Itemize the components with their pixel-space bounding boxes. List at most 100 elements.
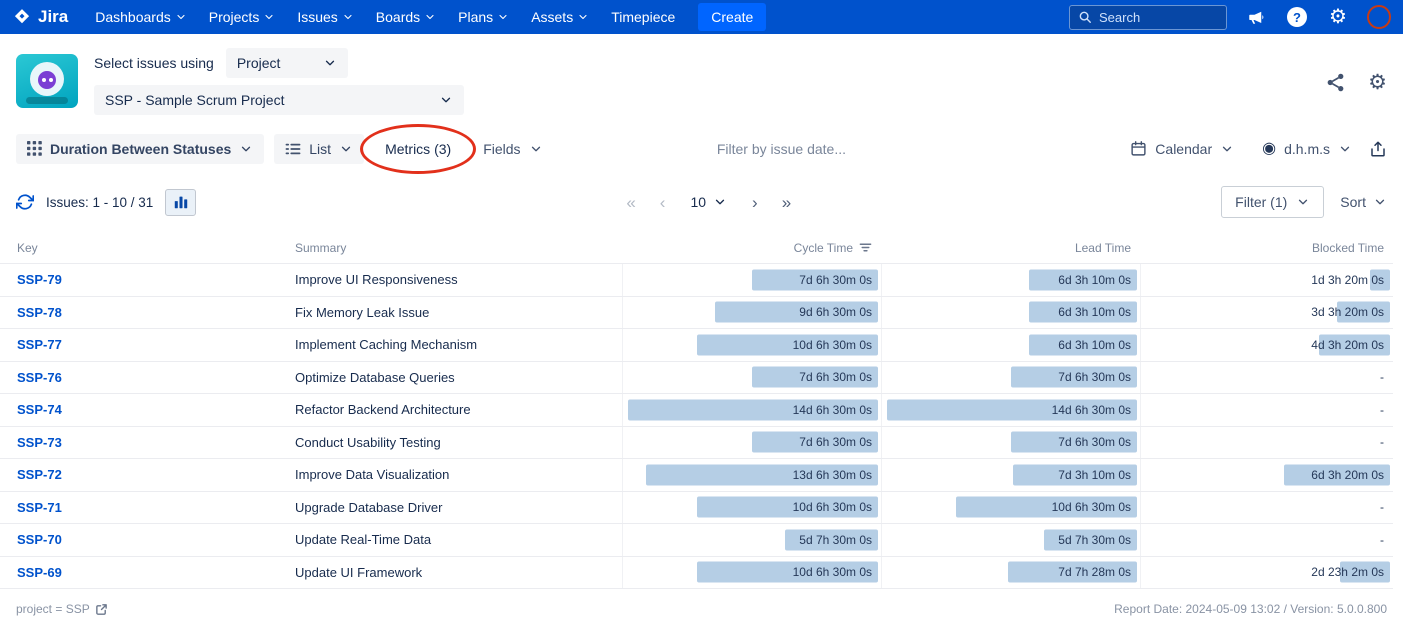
nav-item-label: Timepiece [611, 9, 675, 25]
user-avatar[interactable] [1367, 5, 1391, 29]
issue-date-filter-input[interactable]: Filter by issue date... [564, 141, 1110, 157]
fields-dropdown[interactable]: Fields [472, 134, 553, 164]
column-header-key[interactable]: Key [0, 241, 295, 255]
cycle-time-cell: 10d 6h 30m 0s [622, 329, 881, 361]
nav-item-label: Issues [297, 9, 337, 25]
duration-value: 10d 6h 30m 0s [793, 500, 872, 514]
chevron-down-icon [529, 142, 543, 156]
create-button[interactable]: Create [698, 3, 766, 31]
issue-key-link[interactable]: SSP-72 [17, 467, 62, 482]
page-size-value: 10 [690, 194, 706, 210]
duration-value: 10d 6h 30m 0s [1052, 500, 1131, 514]
issue-summary: Update UI Framework [295, 557, 622, 589]
nav-item-label: Assets [531, 9, 573, 25]
lead-time-cell: 10d 6h 30m 0s [881, 492, 1140, 524]
refresh-button[interactable] [16, 193, 34, 211]
duration-value: 7d 6h 30m 0s [799, 370, 872, 384]
blocked-time-cell: 6d 3h 20m 0s [1140, 459, 1393, 491]
app-icon [16, 54, 78, 108]
units-dropdown[interactable]: ◉ d.h.m.s [1251, 134, 1363, 164]
report-footer: project = SSP Report Date: 2024-05-09 13… [0, 589, 1403, 616]
duration-value: 14d 6h 30m 0s [793, 403, 872, 417]
blocked-time-cell: - [1140, 524, 1393, 556]
issue-key-link[interactable]: SSP-76 [17, 370, 62, 385]
issue-key-link[interactable]: SSP-74 [17, 402, 62, 417]
issue-key-link[interactable]: SSP-73 [17, 435, 62, 450]
export-button[interactable] [1369, 140, 1387, 158]
issue-key-link[interactable]: SSP-70 [17, 532, 62, 547]
duration-value: 10d 6h 30m 0s [793, 565, 872, 579]
issue-key-link[interactable]: SSP-79 [17, 272, 62, 287]
last-page-button[interactable]: » [777, 194, 796, 211]
view-list-dropdown[interactable]: List [274, 134, 364, 164]
cycle-time-cell: 10d 6h 30m 0s [622, 557, 881, 589]
blocked-time-cell: - [1140, 427, 1393, 459]
duration-value: 3d 3h 20m 0s [1311, 305, 1384, 319]
duration-value: - [1380, 435, 1384, 449]
column-header-blocked-time[interactable]: Blocked Time [1140, 241, 1393, 255]
project-dropdown[interactable]: SSP - Sample Scrum Project [94, 85, 464, 115]
settings-gear-icon[interactable]: ⚙ [1326, 5, 1350, 29]
nav-item-boards[interactable]: Boards [365, 4, 447, 30]
column-header-summary[interactable]: Summary [295, 241, 622, 255]
nav-item-timepiece[interactable]: Timepiece [600, 4, 686, 30]
gear-icon: ⚙ [1368, 72, 1387, 93]
announcements-icon[interactable] [1244, 5, 1268, 29]
next-page-button[interactable]: › [747, 194, 763, 211]
nav-right-group: Search ? ⚙ [1069, 5, 1391, 30]
page-size-dropdown[interactable]: 10 [684, 194, 733, 210]
issue-key-link[interactable]: SSP-71 [17, 500, 62, 515]
nav-item-label: Projects [209, 9, 260, 25]
table-row: SSP-69Update UI Framework10d 6h 30m 0s7d… [0, 557, 1393, 590]
issue-key-link[interactable]: SSP-78 [17, 305, 62, 320]
column-header-label: Cycle Time [794, 241, 853, 255]
duration-value: 7d 6h 30m 0s [1058, 370, 1131, 384]
blocked-time-cell: - [1140, 394, 1393, 426]
prev-page-button[interactable]: ‹ [655, 194, 671, 211]
chevron-down-icon [339, 142, 353, 156]
nav-item-label: Plans [458, 9, 493, 25]
nav-item-projects[interactable]: Projects [198, 4, 287, 30]
app-icon-alien [38, 71, 56, 89]
duration-value: 10d 6h 30m 0s [793, 338, 872, 352]
table-row: SSP-70Update Real-Time Data5d 7h 30m 0s5… [0, 524, 1393, 557]
external-link-icon[interactable] [95, 603, 108, 616]
cycle-time-cell: 9d 6h 30m 0s [622, 297, 881, 329]
nav-item-dashboards[interactable]: Dashboards [84, 4, 198, 30]
table-row: SSP-79Improve UI Responsiveness7d 6h 30m… [0, 264, 1393, 297]
blocked-time-cell: - [1140, 492, 1393, 524]
help-icon[interactable]: ? [1285, 5, 1309, 29]
chevron-down-icon [263, 11, 275, 23]
nav-item-plans[interactable]: Plans [447, 4, 520, 30]
first-page-button[interactable]: « [621, 194, 640, 211]
column-header-cycle-time[interactable]: Cycle Time [622, 241, 881, 255]
jira-logo[interactable]: Jira [12, 7, 68, 27]
issue-key-link[interactable]: SSP-77 [17, 337, 62, 352]
filter-dropdown[interactable]: Filter (1) [1221, 186, 1324, 218]
share-button[interactable] [1325, 72, 1346, 93]
toolbar-right-group: Calendar ◉ d.h.m.s [1119, 133, 1387, 164]
column-header-lead-time[interactable]: Lead Time [881, 241, 1140, 255]
header-actions: ⚙ [1325, 72, 1387, 93]
calendar-dropdown[interactable]: Calendar [1119, 133, 1245, 164]
issue-key-link[interactable]: SSP-69 [17, 565, 62, 580]
issue-source-selects: Select issues using Project SSP - Sample… [94, 48, 464, 115]
metrics-button[interactable]: Metrics (3) [374, 134, 462, 164]
duration-value: 6d 3h 20m 0s [1311, 468, 1384, 482]
bar-chart-icon [173, 194, 189, 210]
duration-value: 6d 3h 10m 0s [1058, 305, 1131, 319]
duration-value: - [1380, 403, 1384, 417]
global-search-input[interactable]: Search [1069, 5, 1227, 30]
sort-dropdown[interactable]: Sort [1340, 194, 1387, 210]
report-settings-button[interactable]: ⚙ [1368, 72, 1387, 93]
chart-view-button[interactable] [165, 189, 196, 216]
duration-value: 5d 7h 30m 0s [799, 533, 872, 547]
nav-item-issues[interactable]: Issues [286, 4, 364, 30]
footer-query: project = SSP [16, 602, 108, 616]
nav-item-label: Dashboards [95, 9, 171, 25]
duration-between-statuses-dropdown[interactable]: Duration Between Statuses [16, 134, 264, 164]
select-mode-dropdown[interactable]: Project [226, 48, 348, 78]
nav-item-assets[interactable]: Assets [520, 4, 600, 30]
chevron-down-icon [1220, 142, 1234, 156]
duration-value: 7d 3h 10m 0s [1058, 468, 1131, 482]
